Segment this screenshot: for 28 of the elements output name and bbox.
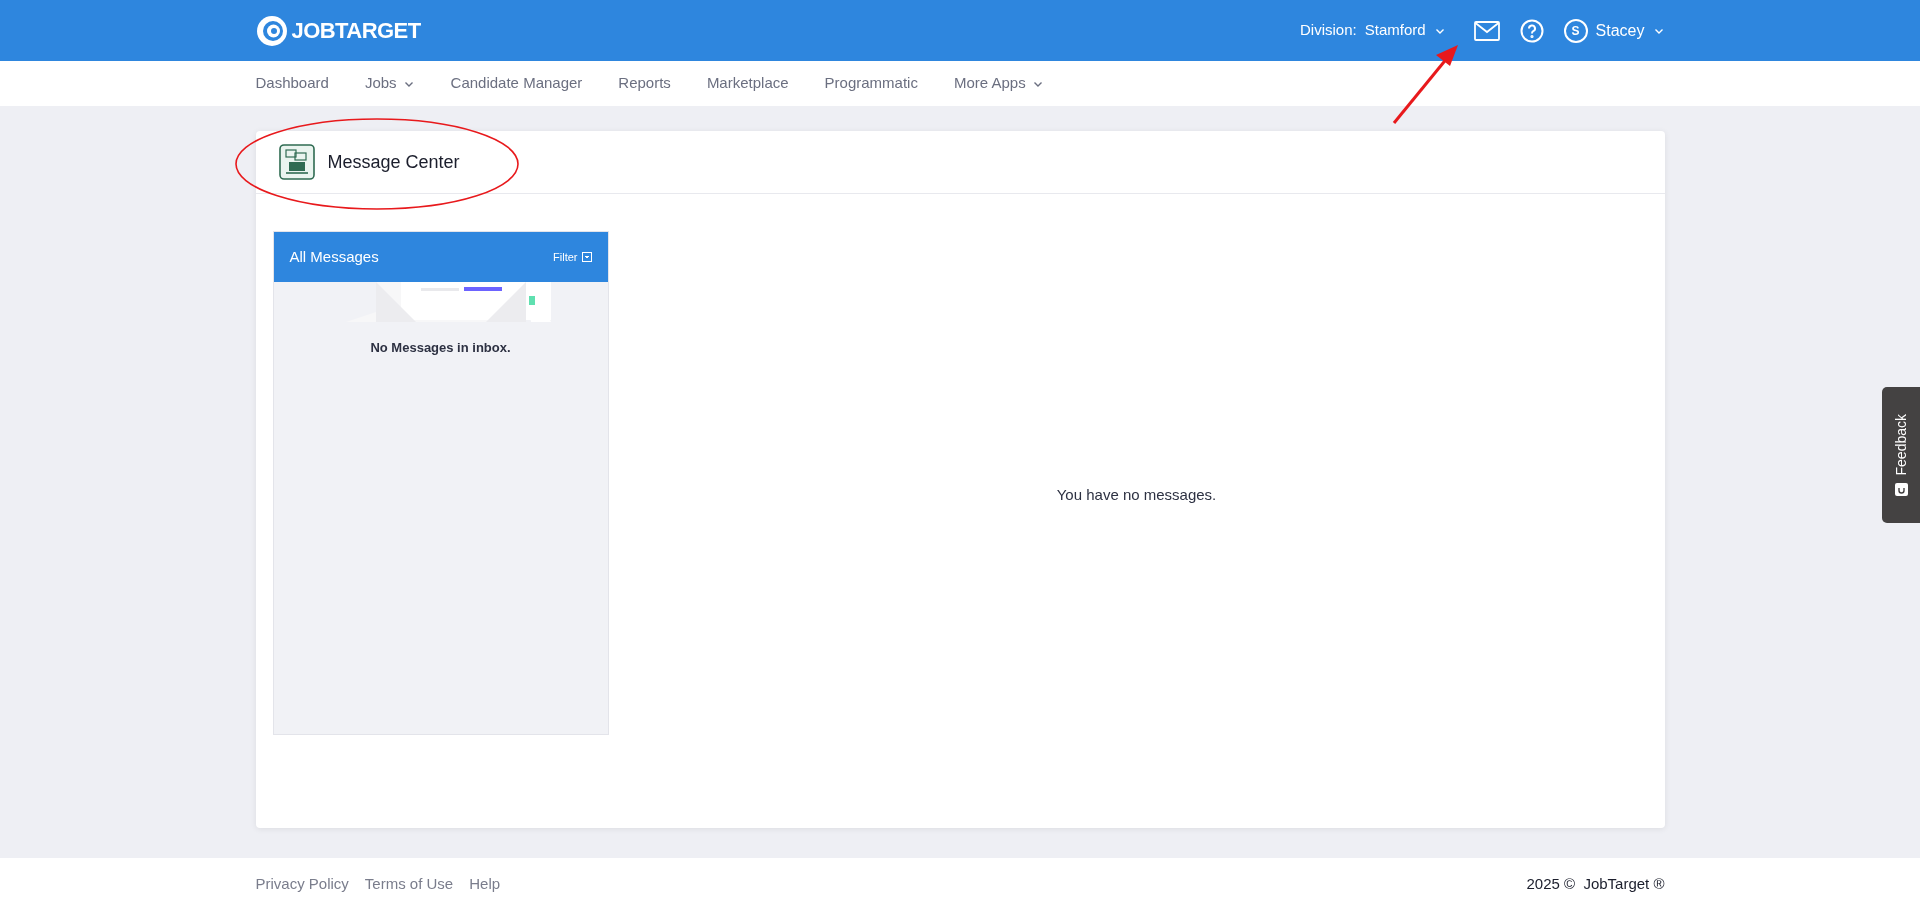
nav-item[interactable]: Programmatic: [824, 72, 918, 95]
help-icon: [1519, 18, 1544, 43]
user-menu[interactable]: S Stacey: [1563, 18, 1665, 43]
nav-item[interactable]: Candidate Manager: [450, 72, 583, 95]
nav-item[interactable]: Reports: [618, 72, 671, 95]
nav-item[interactable]: More Apps: [953, 72, 1044, 95]
logo-link[interactable]: JOBTARGET: [255, 14, 421, 47]
page-title: Message Center: [327, 150, 460, 174]
help-button[interactable]: [1519, 18, 1544, 43]
inbox-title: All Messages: [289, 246, 379, 267]
envelope-icon: [1473, 20, 1500, 41]
chat-computer-icon: [278, 144, 315, 180]
inbox-empty-message: No Messages in inbox.: [369, 339, 512, 357]
feedback-tab[interactable]: Feedback: [1882, 387, 1920, 523]
footer-link[interactable]: Privacy Policy: [255, 873, 349, 896]
footer-link[interactable]: Help: [469, 873, 501, 896]
target-logo-icon: [255, 14, 288, 47]
footer-link[interactable]: Terms of Use: [364, 873, 454, 896]
nav-item[interactable]: Dashboard: [255, 72, 329, 95]
filter-button[interactable]: Filter: [553, 248, 592, 266]
messages-button[interactable]: [1473, 20, 1500, 41]
empty-detail-message: You have no messages.: [1056, 485, 1217, 505]
copyright-text: 2025 © JobTarget ®: [1526, 874, 1665, 895]
division-selector[interactable]: Division: Stamford: [1300, 19, 1446, 42]
nav-item[interactable]: Marketplace: [706, 72, 789, 95]
feedback-smile-icon: [1894, 483, 1908, 497]
nav-item[interactable]: Jobs: [364, 72, 415, 95]
dropdown-box-icon: [581, 252, 592, 262]
